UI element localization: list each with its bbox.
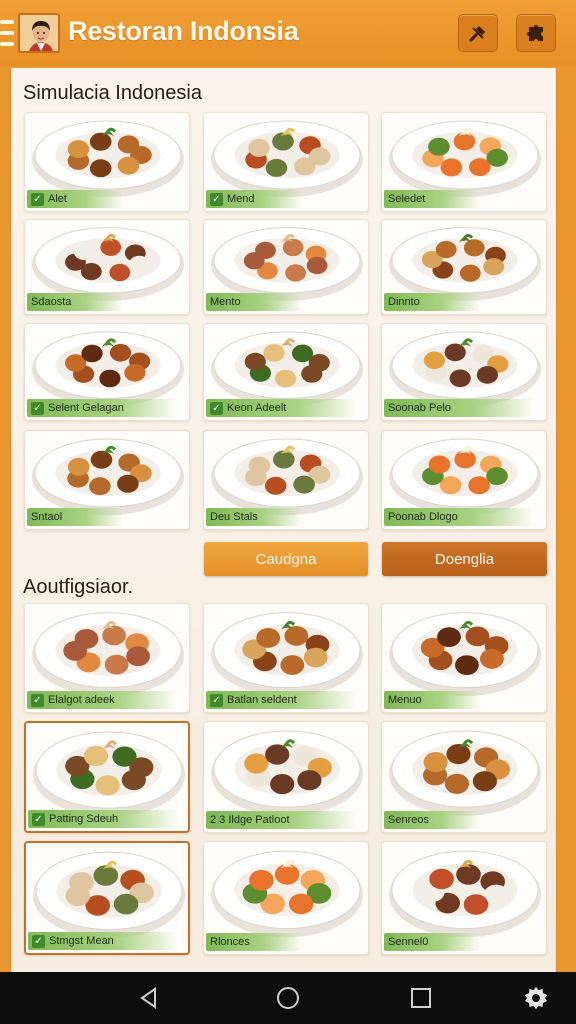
check-icon[interactable]: ✓ <box>32 934 45 948</box>
dish-name: Sennel0 <box>388 936 429 948</box>
check-icon[interactable]: ✓ <box>210 401 223 415</box>
dish-name: Dinnto <box>388 296 420 308</box>
section-title-aoutfigsiaor: Aoutfigsiaor. <box>23 576 134 598</box>
dish-card[interactable]: Poonab Dlogo <box>381 430 547 530</box>
dish-label: Poonab Dlogo <box>384 508 534 526</box>
dish-card[interactable]: Dinnto <box>381 219 547 315</box>
dish-label: Soonab Pelo <box>384 399 534 417</box>
dish-label: Deu Stals <box>206 508 302 526</box>
dish-card[interactable]: Mento <box>203 219 369 315</box>
check-icon[interactable]: ✓ <box>210 693 223 707</box>
dish-name: Patting Sdeuh <box>49 813 119 825</box>
main-content: Simulacia Indonesia ✓ Alet ✓ Mend Seledet … <box>10 68 557 972</box>
dish-label: ✓ Patting Sdeuh <box>28 810 178 828</box>
menu-icon[interactable] <box>0 20 14 46</box>
dish-label: ✓ Keon Adeelt <box>206 399 356 417</box>
check-icon[interactable]: ✓ <box>210 192 223 206</box>
app-title: Restoran Indonsia <box>68 16 299 46</box>
dish-name: Selent Gelagan <box>48 402 124 414</box>
dish-card[interactable]: ✓ Alet <box>24 112 190 212</box>
caudgna-button-label: Caudgna <box>255 550 317 568</box>
dish-label: ✓ Alet <box>27 190 123 208</box>
system-navbar <box>0 972 576 1024</box>
dish-name: Soonab Pelo <box>388 402 451 414</box>
dish-name: Batlan seldent <box>227 694 297 706</box>
home-circle-icon[interactable] <box>275 985 301 1011</box>
section-title-simulacia: Simulacia Indonesia <box>23 82 202 104</box>
dish-card[interactable]: Sdaosta <box>24 219 190 315</box>
check-icon[interactable]: ✓ <box>31 401 44 415</box>
doenglia-button[interactable]: Doenglia <box>382 542 547 576</box>
check-icon[interactable]: ✓ <box>31 693 44 707</box>
dish-label: ✓ Elalgot adeek <box>27 691 177 709</box>
tools-icon <box>469 26 485 42</box>
dish-name: Seledet <box>388 193 426 205</box>
chef-avatar-icon[interactable] <box>18 13 60 53</box>
dish-label: Dinnto <box>384 293 480 311</box>
puzzle-button[interactable] <box>516 14 556 52</box>
app-header: Restoran Indonsia <box>0 0 576 66</box>
dish-label: 2 3 Ildge Patloot <box>206 811 356 829</box>
recents-square-icon[interactable] <box>408 985 434 1011</box>
check-icon[interactable]: ✓ <box>32 812 45 826</box>
dish-card[interactable]: Sennel0 <box>381 841 547 955</box>
dish-card[interactable]: Menuo <box>381 603 547 713</box>
dish-card[interactable]: ✓ Patting Sdeuh <box>24 721 190 833</box>
dish-name: Senreos <box>388 814 429 826</box>
dish-name: Deu Stals <box>210 511 258 523</box>
back-triangle-icon[interactable] <box>136 985 162 1011</box>
settings-gear-icon[interactable] <box>523 985 549 1011</box>
dish-label: ✓ Batlan seldent <box>206 691 356 709</box>
dish-name: Sdaosta <box>31 296 72 308</box>
dish-label: Mento <box>206 293 302 311</box>
tools-button[interactable] <box>458 14 498 52</box>
caudgna-button[interactable]: Caudgna <box>204 542 368 576</box>
dish-card[interactable]: 2 3 Ildge Patloot <box>203 721 369 833</box>
dish-card[interactable]: ✓ Keon Adeelt <box>203 323 369 421</box>
dish-card[interactable]: Soonab Pelo <box>381 323 547 421</box>
dish-name: Menuo <box>388 694 422 706</box>
dish-card[interactable]: Sntaol <box>24 430 190 530</box>
dish-name: Alet <box>48 193 67 205</box>
dish-label: Menuo <box>384 691 480 709</box>
dish-label: ✓ Mend <box>206 190 302 208</box>
dish-card[interactable]: Rlonces <box>203 841 369 955</box>
dish-label: ✓ Selent Gelagan <box>27 399 177 417</box>
puzzle-icon <box>527 25 543 41</box>
dish-name: Stmgst Mean <box>49 935 114 947</box>
dish-name: Sntaol <box>31 511 63 523</box>
dish-label: Seledet <box>384 190 480 208</box>
dish-label: Sntaol <box>27 508 123 526</box>
dish-card[interactable]: ✓ Stmgst Mean <box>24 841 190 955</box>
dish-card[interactable]: Deu Stals <box>203 430 369 530</box>
dish-card[interactable]: Seledet <box>381 112 547 212</box>
dish-card[interactable]: ✓ Elalgot adeek <box>24 603 190 713</box>
check-icon[interactable]: ✓ <box>31 192 44 206</box>
dish-card[interactable]: ✓ Mend <box>203 112 369 212</box>
doenglia-button-label: Doenglia <box>434 550 495 568</box>
dish-name: Mend <box>227 193 255 205</box>
dish-card[interactable]: Senreos <box>381 721 547 833</box>
dish-label: Sdaosta <box>27 293 123 311</box>
dish-label: Senreos <box>384 811 480 829</box>
dish-card[interactable]: ✓ Batlan seldent <box>203 603 369 713</box>
dish-name: Keon Adeelt <box>227 402 287 414</box>
dish-name: Poonab Dlogo <box>388 511 458 523</box>
dish-name: Rlonces <box>210 936 250 948</box>
dish-name: 2 3 Ildge Patloot <box>210 814 290 826</box>
dish-label: Rlonces <box>206 933 302 951</box>
dish-label: Sennel0 <box>384 933 480 951</box>
dish-name: Elalgot adeek <box>48 694 115 706</box>
dish-name: Mento <box>210 296 241 308</box>
dish-card[interactable]: ✓ Selent Gelagan <box>24 323 190 421</box>
dish-label: ✓ Stmgst Mean <box>28 932 178 950</box>
